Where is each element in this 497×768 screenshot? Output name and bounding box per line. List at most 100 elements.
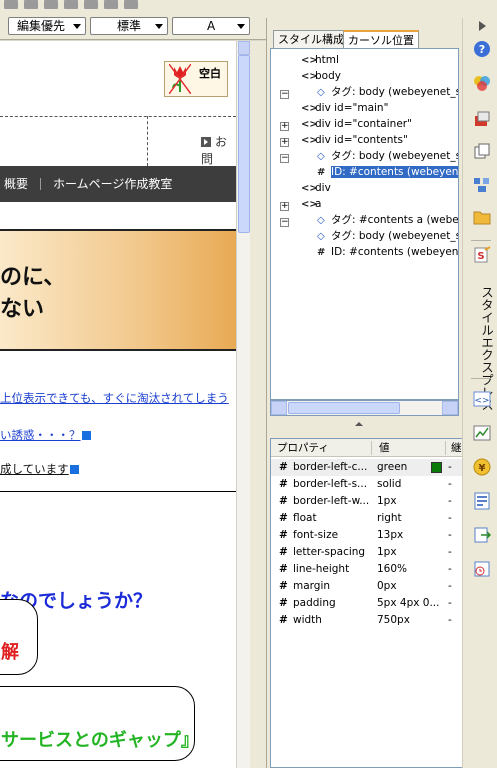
property-row[interactable]: # margin 0px - bbox=[271, 578, 462, 595]
tree-node[interactable]: ◇ タグ: #contents a (webeye bbox=[317, 212, 458, 228]
article-link-3[interactable]: 成しています bbox=[0, 461, 79, 477]
return-mark-icon bbox=[81, 431, 91, 440]
right-sidebar: ? S スタイルエクスプレス <> ¥ bbox=[462, 18, 497, 768]
horizontal-rule bbox=[0, 491, 236, 492]
header-property[interactable]: プロパティ bbox=[277, 439, 329, 457]
form-icon[interactable] bbox=[473, 492, 491, 510]
scroll-right-button[interactable] bbox=[442, 401, 458, 415]
property-row[interactable]: # border-left-c... green - bbox=[271, 459, 462, 476]
toolbar-icon[interactable] bbox=[4, 0, 18, 9]
nav-item-homepage-class[interactable]: ホームページ作成教室 bbox=[53, 177, 172, 191]
style-value: 標準 bbox=[117, 19, 142, 33]
code-icon[interactable]: <> bbox=[473, 390, 491, 408]
nav-item-overview[interactable]: 概要 bbox=[4, 177, 28, 191]
tree-node[interactable]: <>a bbox=[301, 196, 321, 212]
article-link-2[interactable]: い誘惑・・・？ bbox=[0, 427, 91, 443]
collapse-icon[interactable]: − bbox=[280, 90, 289, 99]
tree-node[interactable]: <>html bbox=[301, 52, 339, 68]
expand-icon[interactable]: + bbox=[280, 122, 289, 131]
property-row[interactable]: # font-size 13px - bbox=[271, 527, 462, 544]
help-icon[interactable]: ? bbox=[473, 40, 491, 58]
banner-line-2: ない bbox=[0, 297, 45, 322]
panel-gutter bbox=[250, 41, 266, 768]
toolbar-icons bbox=[0, 0, 230, 10]
style-dropdown[interactable]: 標準 bbox=[90, 17, 168, 35]
design-view-scrollbar[interactable] bbox=[236, 41, 250, 768]
column-divider[interactable] bbox=[371, 441, 372, 455]
tree-node[interactable]: # ID: #contents (webeyenet bbox=[317, 244, 459, 260]
currency-icon[interactable]: ¥ bbox=[473, 458, 491, 476]
tab-style-structure[interactable]: スタイル構成 bbox=[273, 30, 349, 48]
edit-mode-dropdown[interactable]: 編集優先 bbox=[8, 17, 86, 35]
folder-icon[interactable] bbox=[473, 208, 491, 226]
tree-node[interactable]: ◇ タグ: body (webeyenet_sty bbox=[317, 228, 459, 244]
layout-blocks-icon[interactable] bbox=[473, 176, 491, 194]
tree-node-label: ID: #contents (webeyenet bbox=[331, 246, 459, 258]
tab-cursor-position[interactable]: カーソル位置 bbox=[343, 30, 419, 49]
expand-icon[interactable]: + bbox=[280, 202, 289, 211]
stack-icon[interactable] bbox=[473, 110, 491, 128]
tree-node[interactable]: <>div bbox=[301, 180, 331, 196]
pane-splitter[interactable] bbox=[267, 420, 463, 428]
edit-mode-value: 編集優先 bbox=[17, 19, 66, 33]
style-express-icon[interactable]: S bbox=[473, 246, 491, 264]
property-name: padding bbox=[293, 597, 336, 609]
chart-icon[interactable] bbox=[473, 424, 491, 442]
divider bbox=[0, 116, 236, 117]
id-rule-icon: # bbox=[279, 563, 288, 575]
expand-icon[interactable]: + bbox=[280, 138, 289, 147]
article-link-1[interactable]: 上位表示できても、すぐに淘汰されてしまう bbox=[0, 390, 229, 406]
tree-node-label: div id="container" bbox=[315, 118, 412, 130]
tree-node[interactable]: <>body bbox=[301, 68, 341, 84]
scroll-thumb[interactable] bbox=[238, 55, 250, 233]
empty-image-placeholder[interactable]: 空白 bbox=[164, 61, 228, 97]
toolbar-icon[interactable] bbox=[104, 0, 118, 9]
toolbar-icon[interactable] bbox=[124, 0, 138, 9]
tree-node[interactable]: ◇ タグ: body (webeyenet_sty bbox=[317, 148, 458, 164]
property-row[interactable]: # letter-spacing 1px - bbox=[271, 544, 462, 561]
design-view[interactable]: 空白 お問 概要 ホームページ作成教室 のに、 ない 上位表示できても、すぐに淘汰… bbox=[0, 41, 236, 768]
property-row[interactable]: # border-left-s... solid - bbox=[271, 476, 462, 493]
id-rule-icon: # bbox=[279, 529, 288, 541]
property-name: width bbox=[293, 614, 322, 626]
contact-link[interactable]: お問 bbox=[201, 133, 236, 167]
tree-node[interactable]: <>div id="main" bbox=[301, 100, 388, 116]
property-row[interactable]: # line-height 160% - bbox=[271, 561, 462, 578]
property-row[interactable]: # padding 5px 4px 0... - bbox=[271, 595, 462, 612]
font-dropdown[interactable]: A bbox=[172, 17, 250, 35]
toolbar-icon[interactable] bbox=[24, 0, 38, 9]
color-palette-icon[interactable] bbox=[473, 74, 491, 92]
tree-node-selected[interactable]: # ID: #contents (webeyenet bbox=[317, 164, 458, 180]
toolbar-icon[interactable] bbox=[84, 0, 98, 9]
tree-node[interactable]: <>div id="contents" bbox=[301, 132, 408, 148]
id-rule-icon: # bbox=[317, 247, 326, 258]
schedule-icon[interactable] bbox=[473, 560, 491, 578]
color-swatch[interactable] bbox=[431, 462, 442, 473]
tree-horizontal-scrollbar[interactable] bbox=[270, 400, 459, 416]
export-icon[interactable] bbox=[473, 526, 491, 544]
header-extra[interactable]: 継 bbox=[451, 439, 462, 457]
tree-node[interactable]: ◇ タグ: body (webeyenet_sty bbox=[317, 84, 458, 100]
scroll-thumb[interactable] bbox=[288, 402, 400, 414]
collapse-sidebar-icon[interactable] bbox=[476, 20, 488, 32]
tree-node-label: タグ: body (webeyenet_sty bbox=[331, 230, 459, 242]
property-row[interactable]: # border-left-w... 1px - bbox=[271, 493, 462, 510]
scroll-left-button[interactable] bbox=[271, 401, 287, 415]
tree-node-label: div id="main" bbox=[315, 102, 389, 114]
column-divider[interactable] bbox=[445, 441, 446, 455]
header-value[interactable]: 値 bbox=[379, 439, 390, 457]
scroll-up-button[interactable] bbox=[238, 41, 250, 55]
property-name: letter-spacing bbox=[293, 546, 366, 558]
collapse-icon[interactable]: − bbox=[280, 154, 289, 163]
collapse-icon[interactable]: − bbox=[280, 218, 289, 227]
id-rule-icon: # bbox=[279, 546, 288, 558]
toolbar-icon[interactable] bbox=[64, 0, 78, 9]
tree-node[interactable]: <>div id="container" bbox=[301, 116, 412, 132]
copy-icon[interactable] bbox=[473, 142, 491, 160]
property-extra: - bbox=[448, 546, 452, 558]
property-row[interactable]: # width 750px - bbox=[271, 612, 462, 629]
style-tree: <>html − <>body ◇ タグ: body (webeyenet_sty… bbox=[270, 48, 459, 400]
property-extra: - bbox=[448, 580, 452, 592]
toolbar-icon[interactable] bbox=[44, 0, 58, 9]
property-row[interactable]: # float right - bbox=[271, 510, 462, 527]
